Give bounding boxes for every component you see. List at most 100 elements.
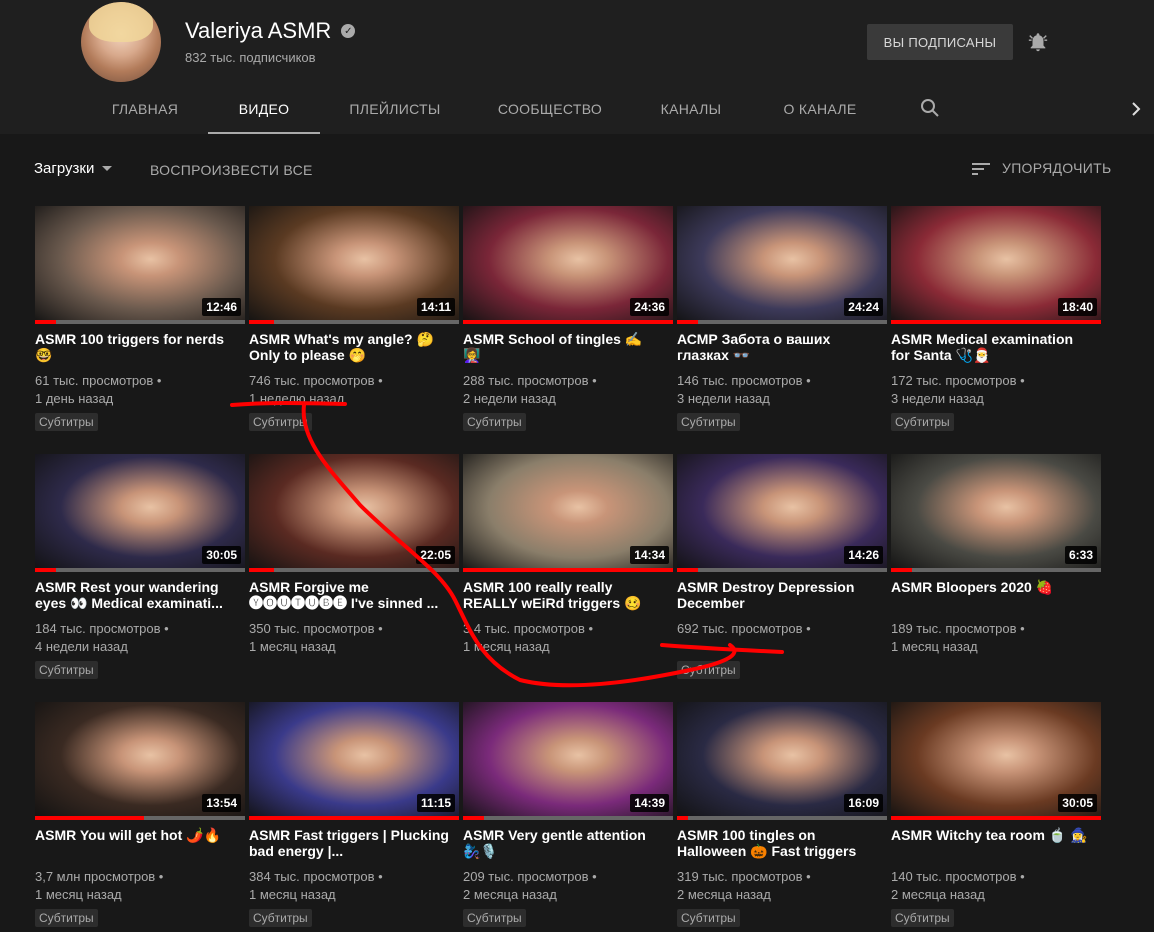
subtitles-badge: Субтитры	[677, 413, 740, 431]
watch-progress-fill	[35, 816, 145, 820]
video-views: 184 тыс. просмотров •	[35, 621, 169, 636]
subtitles-badge: Субтитры	[463, 413, 526, 431]
subtitles-badge: Субтитры	[891, 909, 954, 927]
video-card[interactable]: 24:24 АСМР Забота о ваших глазках 👓 146 ты…	[677, 206, 887, 436]
video-title[interactable]: ASMR Destroy Depression December	[677, 579, 877, 611]
video-card[interactable]: 6:33 ASMR Bloopers 2020 🍓 189 тыс. просмот…	[891, 454, 1101, 684]
video-card[interactable]: 11:15 ASMR Fast triggers | Plucking bad e…	[249, 702, 459, 932]
video-views: 3,7 млн просмотров •	[35, 869, 164, 884]
video-thumbnail[interactable]: 18:40	[891, 206, 1101, 324]
watch-progress-fill	[249, 568, 275, 572]
video-duration: 18:40	[1058, 298, 1097, 316]
watch-progress-bar	[891, 320, 1101, 324]
watch-progress-fill	[463, 320, 673, 324]
video-card[interactable]: 14:34 ASMR 100 really really REALLY wEiRd…	[463, 454, 673, 684]
subtitles-badge: Субтитры	[249, 909, 312, 927]
chevron-right-icon[interactable]	[1128, 100, 1144, 118]
video-thumbnail[interactable]: 22:05	[249, 454, 459, 572]
video-views: 172 тыс. просмотров •	[891, 373, 1025, 388]
tab-videos[interactable]: ВИДЕО	[208, 86, 320, 134]
video-views: 384 тыс. просмотров •	[249, 869, 383, 884]
video-thumbnail[interactable]: 6:33	[891, 454, 1101, 572]
video-card[interactable]: 30:05 ASMR Witchy tea room 🍵 🧙‍♀️ 140 тыс.…	[891, 702, 1101, 932]
subscribed-button[interactable]: ВЫ ПОДПИСАНЫ	[867, 24, 1013, 60]
watch-progress-fill	[249, 320, 275, 324]
video-thumbnail[interactable]: 14:26	[677, 454, 887, 572]
verified-check-icon: ✓	[341, 24, 356, 38]
subtitles-badge: Субтитры	[891, 413, 954, 431]
video-title[interactable]: ASMR Very gentle attention 🧞‍♀️🎙️	[463, 827, 663, 859]
tab-channels[interactable]: КАНАЛЫ	[644, 86, 738, 132]
video-thumbnail[interactable]: 14:11	[249, 206, 459, 324]
uploads-label: Загрузки	[34, 160, 95, 177]
notification-bell-icon[interactable]	[1027, 30, 1049, 54]
tab-home[interactable]: ГЛАВНАЯ	[94, 86, 196, 132]
video-title[interactable]: ASMR Witchy tea room 🍵 🧙‍♀️	[891, 827, 1091, 843]
video-thumbnail[interactable]: 13:54	[35, 702, 245, 820]
video-title[interactable]: ASMR 100 really really REALLY wEiRd trig…	[463, 579, 663, 611]
video-age: 3 недели назад	[891, 391, 984, 406]
uploads-dropdown[interactable]: Загрузки	[34, 160, 113, 177]
video-views: 140 тыс. просмотров •	[891, 869, 1025, 884]
video-title[interactable]: ASMR Bloopers 2020 🍓	[891, 579, 1091, 595]
video-card[interactable]: 14:26 ASMR Destroy Depression December 692…	[677, 454, 887, 684]
watch-progress-bar	[463, 816, 673, 820]
video-title[interactable]: ASMR Medical examination for Santa 🩺🎅	[891, 331, 1091, 363]
subtitles-badge: Субтитры	[35, 909, 98, 927]
subtitles-badge: Субтитры	[35, 661, 98, 679]
video-thumbnail[interactable]: 14:39	[463, 702, 673, 820]
video-age: 2 месяца назад	[463, 887, 557, 902]
video-title[interactable]: ASMR 100 tingles on Halloween 🎃 Fast tri…	[677, 827, 877, 859]
subtitles-badge: Субтитры	[677, 909, 740, 927]
tab-community[interactable]: СООБЩЕСТВО	[484, 86, 616, 132]
video-duration: 30:05	[202, 546, 241, 564]
video-thumbnail[interactable]: 14:34	[463, 454, 673, 572]
video-card[interactable]: 12:46 ASMR 100 triggers for nerds 🤓 61 тыс…	[35, 206, 245, 436]
watch-progress-bar	[35, 320, 245, 324]
video-thumbnail[interactable]: 24:24	[677, 206, 887, 324]
video-card[interactable]: 18:40 ASMR Medical examination for Santa …	[891, 206, 1101, 436]
video-title[interactable]: АСМР Забота о ваших глазках 👓	[677, 331, 877, 363]
video-title[interactable]: ASMR Forgive me 🅨🅞🅤🅣🅤🅑🅔 I've sinned ...	[249, 579, 449, 611]
watch-progress-bar	[463, 320, 673, 324]
channel-avatar[interactable]	[81, 2, 161, 82]
watch-progress-fill	[35, 320, 56, 324]
play-all-button[interactable]: ВОСПРОИЗВЕСТИ ВСЕ	[150, 162, 313, 178]
subscriber-count: 832 тыс. подписчиков	[185, 50, 316, 65]
subtitles-badge: Субтитры	[249, 413, 312, 431]
video-card[interactable]: 22:05 ASMR Forgive me 🅨🅞🅤🅣🅤🅑🅔 I've sinned…	[249, 454, 459, 684]
video-card[interactable]: 14:39 ASMR Very gentle attention 🧞‍♀️🎙️ 20…	[463, 702, 673, 932]
video-card[interactable]: 16:09 ASMR 100 tingles on Halloween 🎃 Fas…	[677, 702, 887, 932]
video-title[interactable]: ASMR What's my angle? 🤔 Only to please 🤭	[249, 331, 449, 363]
video-thumbnail[interactable]: 11:15	[249, 702, 459, 820]
video-card[interactable]: 30:05 ASMR Rest your wandering eyes 👀 Med…	[35, 454, 245, 684]
video-card[interactable]: 13:54 ASMR You will get hot 🌶️🔥 3,7 млн пр…	[35, 702, 245, 932]
video-thumbnail[interactable]: 16:09	[677, 702, 887, 820]
tab-playlists[interactable]: ПЛЕЙЛИСТЫ	[334, 86, 456, 132]
watch-progress-fill	[463, 568, 673, 572]
search-icon[interactable]	[920, 98, 940, 118]
video-title[interactable]: ASMR You will get hot 🌶️🔥	[35, 827, 235, 843]
video-thumbnail[interactable]: 12:46	[35, 206, 245, 324]
video-thumbnail[interactable]: 24:36	[463, 206, 673, 324]
video-title[interactable]: ASMR Rest your wandering eyes 👀 Medical …	[35, 579, 235, 611]
video-age: 1 месяц назад	[35, 887, 122, 902]
video-card[interactable]: 24:36 ASMR School of tingles ✍️ 👩‍🏫 288 ты…	[463, 206, 673, 436]
tab-about[interactable]: О КАНАЛЕ	[768, 86, 872, 132]
sort-button[interactable]: УПОРЯДОЧИТЬ	[1002, 160, 1111, 176]
watch-progress-bar	[249, 320, 459, 324]
video-thumbnail[interactable]: 30:05	[35, 454, 245, 572]
video-title[interactable]: ASMR Fast triggers | Plucking bad energy…	[249, 827, 449, 859]
video-age: 3 недели назад	[677, 391, 770, 406]
video-title[interactable]: ASMR School of tingles ✍️ 👩‍🏫	[463, 331, 663, 363]
video-card[interactable]: 14:11 ASMR What's my angle? 🤔 Only to ple…	[249, 206, 459, 436]
channel-name-text: Valeriya ASMR	[185, 18, 332, 43]
video-duration: 12:46	[202, 298, 241, 316]
sort-icon[interactable]	[972, 162, 990, 176]
video-title[interactable]: ASMR 100 triggers for nerds 🤓	[35, 331, 235, 363]
watch-progress-fill	[249, 816, 459, 820]
video-duration: 6:33	[1064, 546, 1097, 564]
watch-progress-fill	[891, 816, 1101, 820]
channel-name[interactable]: Valeriya ASMR ✓	[185, 18, 356, 44]
video-thumbnail[interactable]: 30:05	[891, 702, 1101, 820]
